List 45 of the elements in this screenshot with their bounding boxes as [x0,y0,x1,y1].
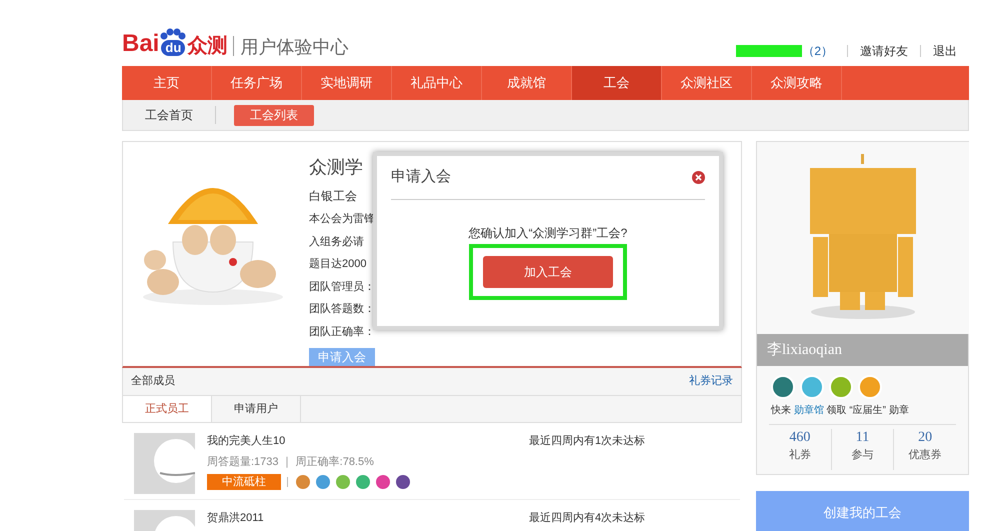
avatar-icon [134,433,195,494]
stat-value: 460 [789,429,810,447]
paw-icon [160,28,186,40]
guild-info: 团队答题数： [309,302,375,317]
guild-info: 团队正确率： [309,324,375,340]
guild-name: 众测学 [309,156,364,179]
close-icon[interactable] [692,171,705,184]
member-tab[interactable]: 申请用户 [212,396,301,422]
profile-name: 李lixiaoqian [767,340,842,360]
message-count[interactable]: （2） [802,42,833,60]
join-guild-button[interactable]: 加入工会 [483,256,613,288]
member-tab[interactable]: 正式员工 [123,396,212,422]
create-guild-button[interactable]: 创建我的工会 [756,491,969,531]
badge-hint: 快来 勋章馆 领取 “应届生” 勋章 [770,404,910,418]
member-stats: 周答题量:1733 ｜ 周正确率:78.5% [207,454,375,470]
guild-info: 团队管理员： [309,280,375,294]
member-name[interactable]: 我的完美人生10 [207,433,529,450]
guild-info: 入组务必请 [309,234,365,250]
apply-button[interactable]: 申请入会 [309,348,375,366]
redaction-bar [736,45,802,57]
badge-hall-link[interactable]: 勋章馆 [794,405,824,416]
nav-tab[interactable]: 工会 [572,66,662,100]
guild-level: 白银工会 [309,188,358,205]
stat-label: 优惠券 [908,448,942,463]
header-link[interactable]: 退出 [933,42,957,60]
member-status: 最近四周内有4次未达标 [529,511,646,526]
logo-text: 众测 [187,36,228,56]
gift-record-link[interactable]: 礼券记录 [689,373,733,390]
subnav-tab[interactable]: 工会列表 [234,104,314,126]
subnav-tab[interactable]: 工会首页 [129,104,209,126]
dialog-title: 申请入会 [391,167,451,188]
logo-text: Bai [122,32,160,56]
rank-tag: 中流砥柱 [207,474,281,490]
site-title: 用户体验中心 [240,38,348,56]
stat-value: 20 [918,429,932,447]
member-status: 最近四周内有1次未达标 [529,434,646,449]
header-link[interactable]: 邀请好友 [860,42,908,60]
guild-info: 题目达2000 [309,257,368,272]
member-name[interactable]: 贺鼎洪2011 [207,510,529,526]
stat-label: 礼券 [788,448,811,463]
members-title: 全部成员 [131,374,175,390]
stat-label: 参与 [852,448,874,463]
stat-value: 11 [856,429,870,447]
dialog-message: 您确认加入“众测学习群”工会? [468,225,628,242]
logo-text: du [161,40,186,56]
